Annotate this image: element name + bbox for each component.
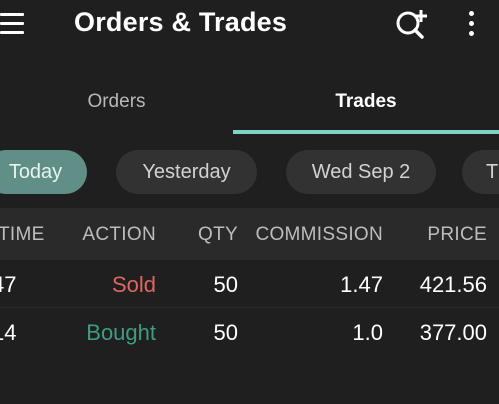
column-header-time: TIME [0, 224, 45, 245]
tab-bar: Orders Trades [0, 68, 499, 135]
selected-tab-indicator [233, 130, 499, 134]
date-chip-yesterday[interactable]: Yesterday [116, 150, 257, 194]
trade-action: Bought [86, 320, 156, 345]
menu-icon[interactable] [0, 13, 26, 35]
tab-orders[interactable]: Orders [0, 68, 233, 135]
trade-action: Sold [111, 272, 156, 297]
column-header-price: PRICE [427, 224, 487, 245]
page-title: Orders & Trades [74, 7, 288, 37]
trade-qty: 50 [213, 272, 238, 297]
trade-commission: 1.47 [340, 272, 383, 297]
trade-qty: 50 [213, 320, 238, 345]
date-chip-next[interactable]: T [462, 150, 499, 194]
date-filter-row: Today Yesterday Wed Sep 2 T [0, 150, 499, 194]
trade-row[interactable]: 47 Sold 50 1.47 421.56 [0, 260, 499, 308]
trade-price: 377.00 [419, 320, 487, 345]
tab-trades[interactable]: Trades [233, 68, 499, 135]
column-header-action: ACTION [82, 224, 156, 245]
trade-row[interactable]: 14 Bought 50 1.0 377.00 [0, 308, 499, 356]
column-header-commission: COMMISSION [255, 224, 383, 245]
trade-commission: 1.0 [352, 320, 383, 345]
more-vert-icon[interactable] [462, 9, 482, 39]
search-add-icon[interactable] [393, 8, 429, 42]
orders-trades-screen: Orders & Trades Orders Trades Today Yest… [0, 0, 499, 404]
trades-table-header: TIME ACTION QTY COMMISSION PRICE [0, 208, 499, 260]
date-chip-wed-sep-2[interactable]: Wed Sep 2 [286, 150, 436, 194]
date-chip-today[interactable]: Today [0, 150, 87, 194]
trade-time: 14 [0, 320, 17, 345]
column-header-qty: QTY [198, 224, 238, 245]
trade-time: 47 [0, 272, 17, 297]
app-bar: Orders & Trades [0, 0, 499, 50]
trade-price: 421.56 [419, 272, 487, 297]
